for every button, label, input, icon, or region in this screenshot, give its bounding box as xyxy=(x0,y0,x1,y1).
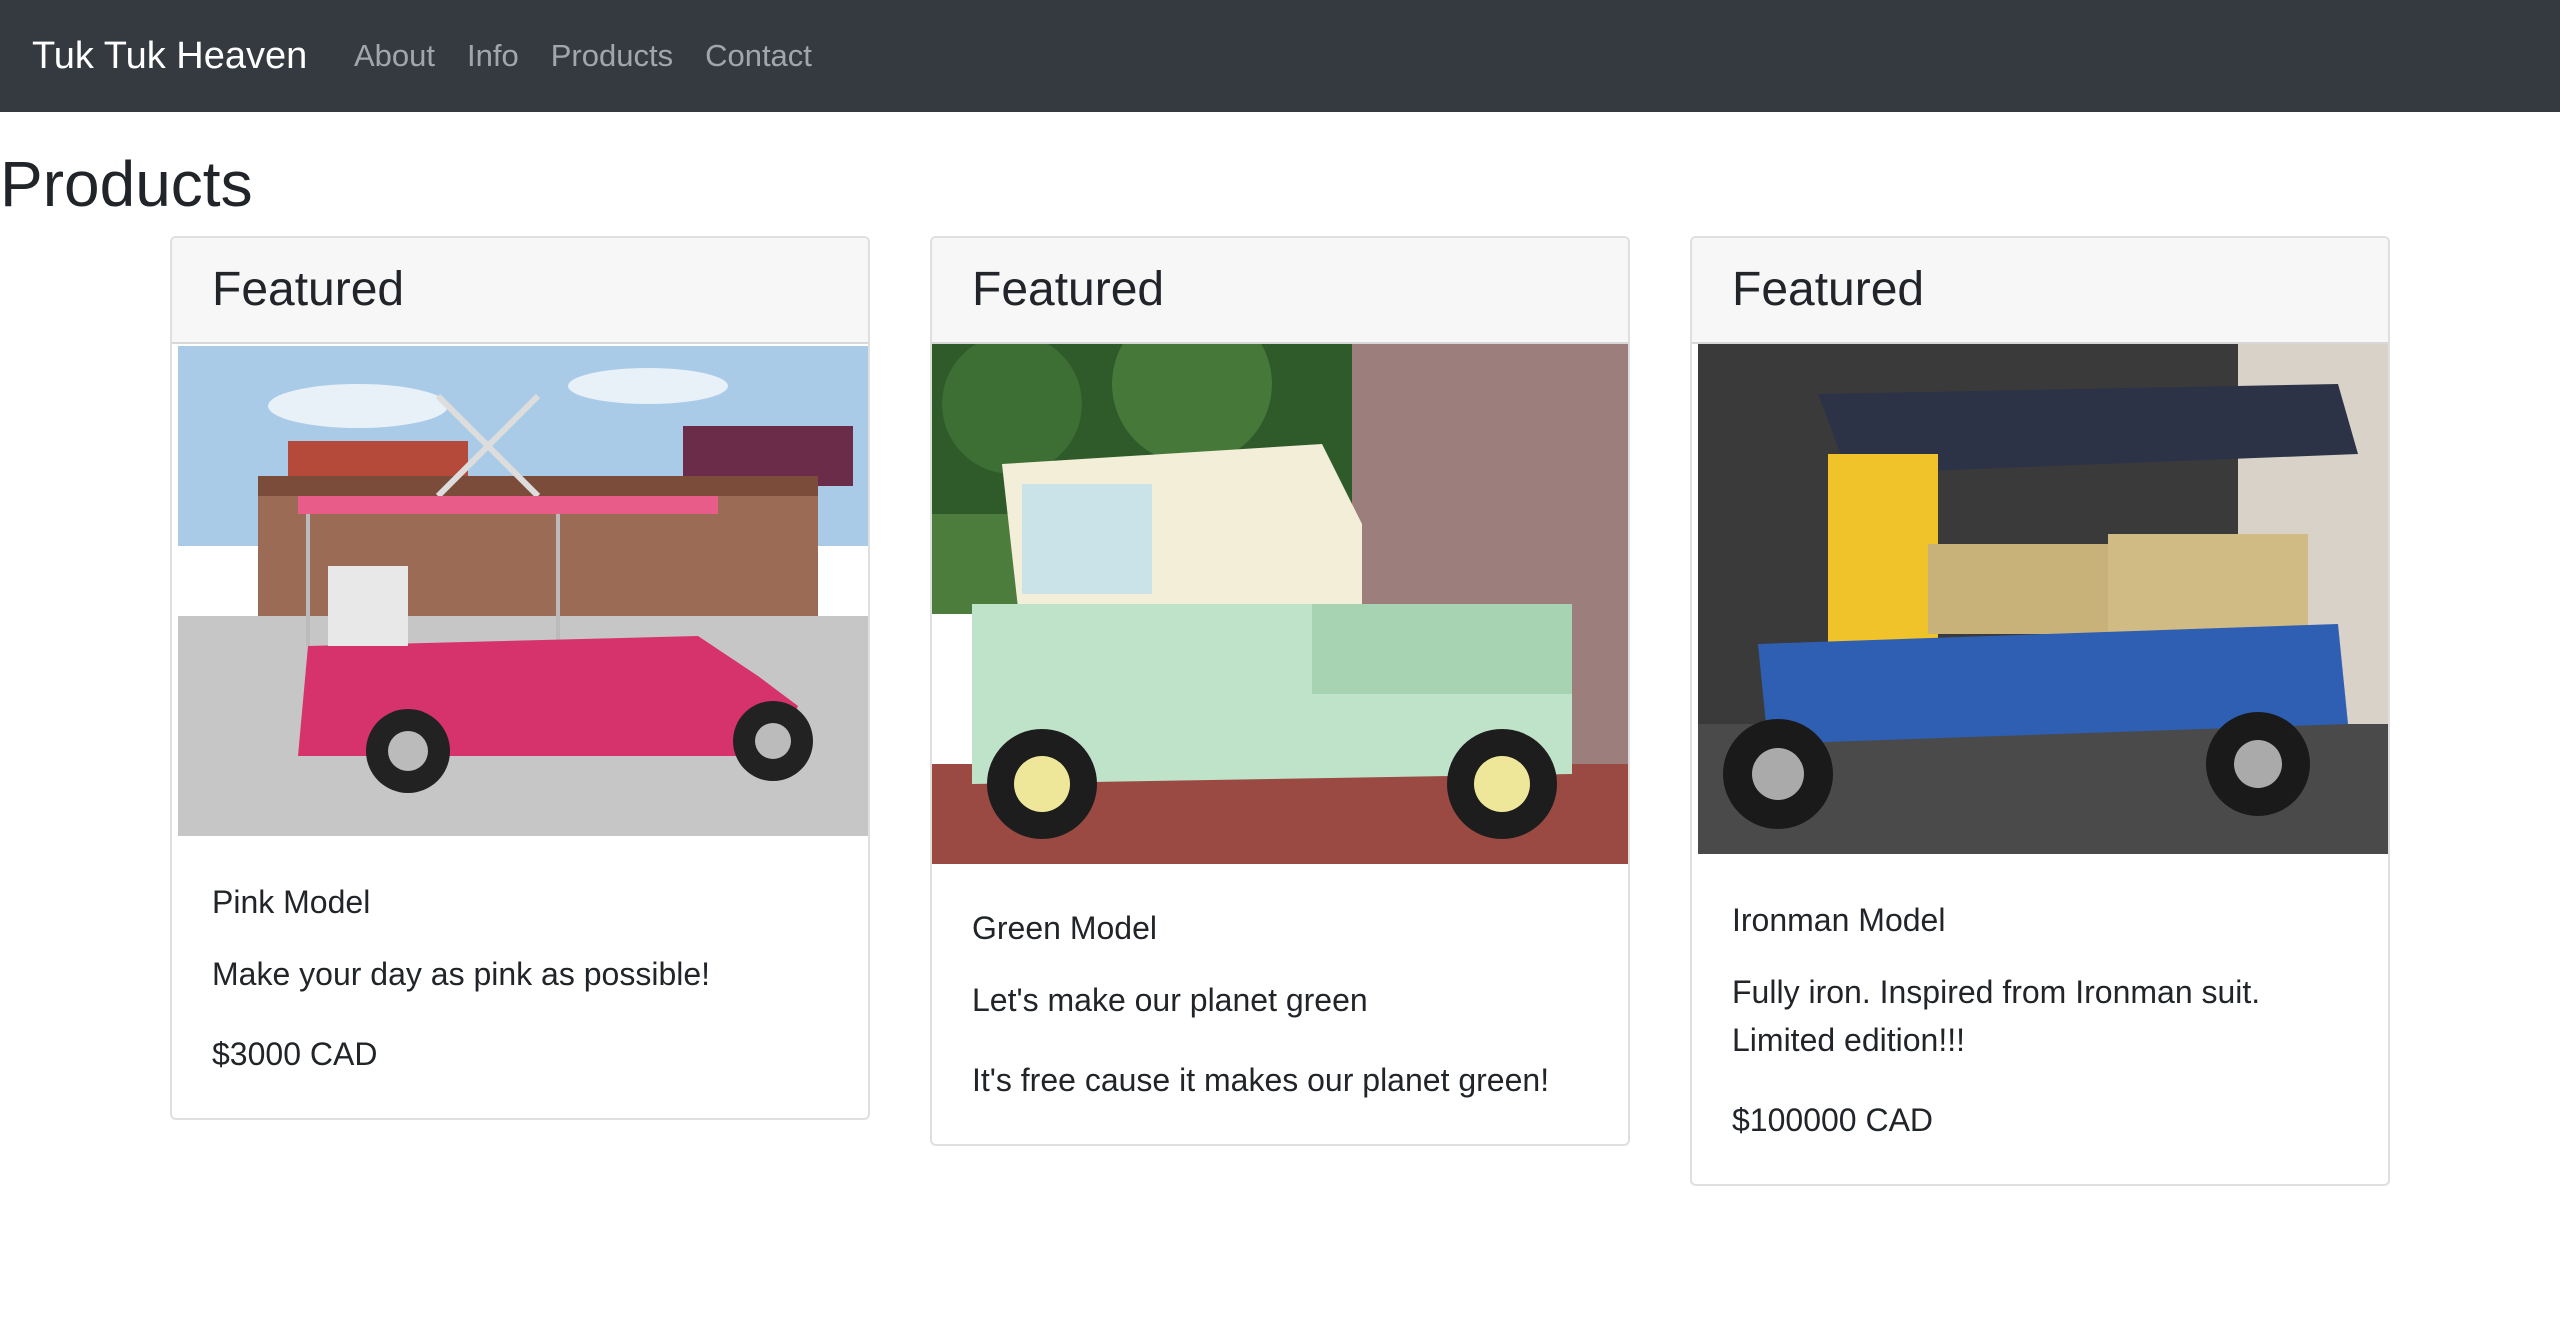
nav-link-contact[interactable]: Contact xyxy=(705,38,812,74)
nav-link-about[interactable]: About xyxy=(354,38,435,74)
green-tuktuk-image xyxy=(932,344,1628,864)
product-name: Pink Model xyxy=(212,884,371,920)
product-description: Make your day as pink as possible! xyxy=(212,956,711,992)
nav-link-products[interactable]: Products xyxy=(551,38,673,74)
nav-link-info[interactable]: Info xyxy=(467,38,519,74)
product-card-pink: Featured Pink Model Make your day as pin… xyxy=(170,236,870,1120)
card-header-title: Featured xyxy=(1732,263,1925,316)
product-card-green: Featured Green Model Let's make our plan… xyxy=(930,236,1630,1146)
nav-links: About Info Products Contact xyxy=(354,0,844,112)
product-card-ironman: Featured Ironman Model Fully iron. Inspi… xyxy=(1690,236,2390,1186)
pink-tuktuk-image xyxy=(178,346,868,836)
brand-link[interactable]: Tuk Tuk Heaven xyxy=(32,0,307,112)
product-price: It's free cause it makes our planet gree… xyxy=(972,1062,1550,1098)
product-description-line-2: Limited edition!!! xyxy=(1732,1022,1966,1058)
card-header: Featured xyxy=(932,238,1628,344)
card-header-title: Featured xyxy=(972,263,1165,316)
product-name: Ironman Model xyxy=(1732,902,1946,938)
top-navbar: Tuk Tuk Heaven About Info Products Conta… xyxy=(0,0,2560,112)
ironman-tuktuk-image xyxy=(1698,344,2388,854)
product-description: Let's make our planet green xyxy=(972,982,1368,1018)
card-header: Featured xyxy=(172,238,868,344)
page-title: Products xyxy=(0,148,253,220)
product-name: Green Model xyxy=(972,910,1157,946)
product-description-line-1: Fully iron. Inspired from Ironman suit. xyxy=(1732,974,2261,1010)
card-header: Featured xyxy=(1692,238,2388,344)
card-header-title: Featured xyxy=(212,263,405,316)
product-price: $100000 CAD xyxy=(1732,1102,1934,1138)
product-price: $3000 CAD xyxy=(212,1036,378,1072)
